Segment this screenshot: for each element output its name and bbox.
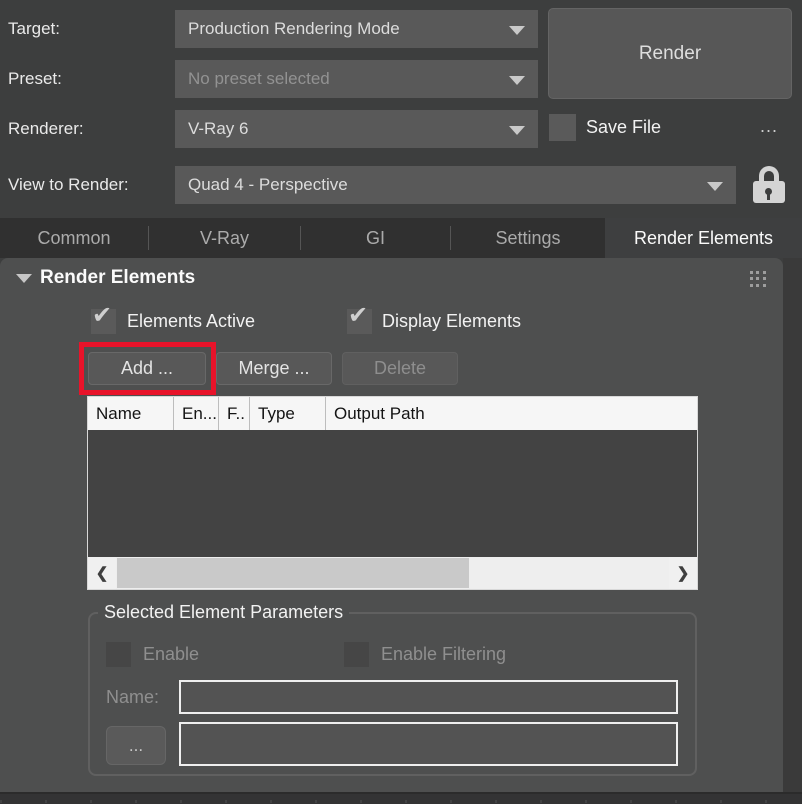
elements-active-checkbox[interactable]: ✔ (91, 309, 116, 334)
elements-active-label: Elements Active (127, 311, 255, 332)
preset-label: Preset: (8, 60, 62, 98)
enable-label: Enable (143, 644, 199, 665)
target-dropdown[interactable]: Production Rendering Mode (175, 10, 538, 48)
scroll-left-icon[interactable]: ❮ (88, 557, 116, 589)
display-elements-label: Display Elements (382, 311, 521, 332)
enable-checkbox (106, 642, 131, 667)
render-elements-list[interactable]: Name En... F.. Type Output Path ❮ ❯ (87, 396, 698, 590)
enable-filtering-label: Enable Filtering (381, 644, 506, 665)
resize-ticks (0, 800, 802, 803)
lock-viewport-icon[interactable] (752, 166, 786, 203)
check-icon: ✔ (348, 304, 368, 328)
column-header-filter: F.. (219, 397, 250, 430)
tab-vray[interactable]: V-Ray (149, 218, 300, 258)
preset-dropdown[interactable]: No preset selected (175, 60, 538, 98)
tab-bar: Common V-Ray GI Settings Render Elements (0, 218, 802, 258)
tab-settings[interactable]: Settings (451, 218, 605, 258)
column-header-type: Type (250, 397, 326, 430)
scrollbar-thumb[interactable] (117, 558, 469, 588)
rollout-collapse-icon[interactable] (16, 274, 32, 283)
column-header-name: Name (88, 397, 174, 430)
render-button[interactable]: Render (548, 8, 792, 99)
chevron-down-icon (509, 76, 525, 85)
column-header-output-path: Output Path (326, 397, 697, 430)
output-browse-button[interactable]: ... (106, 726, 166, 765)
renderer-dropdown[interactable]: V-Ray 6 (175, 110, 538, 148)
rollout-gutter (783, 258, 802, 793)
merge-button[interactable]: Merge ... (216, 352, 332, 385)
horizontal-scrollbar[interactable]: ❮ ❯ (88, 557, 697, 589)
name-input[interactable] (179, 680, 678, 714)
view-to-render-dropdown[interactable]: Quad 4 - Perspective (175, 166, 736, 204)
chevron-down-icon (509, 26, 525, 35)
save-file-browse-button[interactable]: ... (760, 116, 778, 137)
selected-element-parameters-group: Selected Element Parameters Enable Enabl… (88, 612, 697, 776)
view-to-render-value: Quad 4 - Perspective (188, 175, 348, 195)
renderer-label: Renderer: (8, 110, 84, 148)
group-title: Selected Element Parameters (98, 602, 349, 623)
save-file-checkbox[interactable] (549, 114, 576, 141)
enable-filtering-checkbox (344, 642, 369, 667)
rollout-title[interactable]: Render Elements (40, 267, 195, 289)
bottom-edge (0, 792, 802, 804)
render-setup-dialog: Target: Production Rendering Mode Preset… (0, 0, 802, 804)
tab-gi[interactable]: GI (301, 218, 450, 258)
preset-value: No preset selected (188, 69, 330, 89)
name-label: Name: (106, 687, 159, 708)
output-path-input[interactable] (179, 722, 678, 766)
column-header-enabled: En... (174, 397, 219, 430)
renderer-value: V-Ray 6 (188, 119, 248, 139)
display-elements-checkbox[interactable]: ✔ (347, 309, 372, 334)
tutorial-highlight-box (79, 342, 216, 395)
list-header: Name En... F.. Type Output Path (88, 397, 697, 430)
tab-common[interactable]: Common (0, 218, 148, 258)
target-value: Production Rendering Mode (188, 19, 400, 39)
check-icon: ✔ (92, 304, 112, 328)
chevron-down-icon (509, 126, 525, 135)
chevron-down-icon (707, 182, 723, 191)
view-to-render-label: View to Render: (8, 166, 129, 204)
delete-button: Delete (342, 352, 458, 385)
list-body[interactable] (88, 430, 697, 557)
drag-handle-icon[interactable] (750, 271, 766, 287)
target-label: Target: (8, 10, 60, 48)
save-file-label: Save File (586, 117, 661, 138)
scroll-right-icon[interactable]: ❯ (669, 557, 697, 589)
tab-render-elements[interactable]: Render Elements (605, 218, 802, 258)
